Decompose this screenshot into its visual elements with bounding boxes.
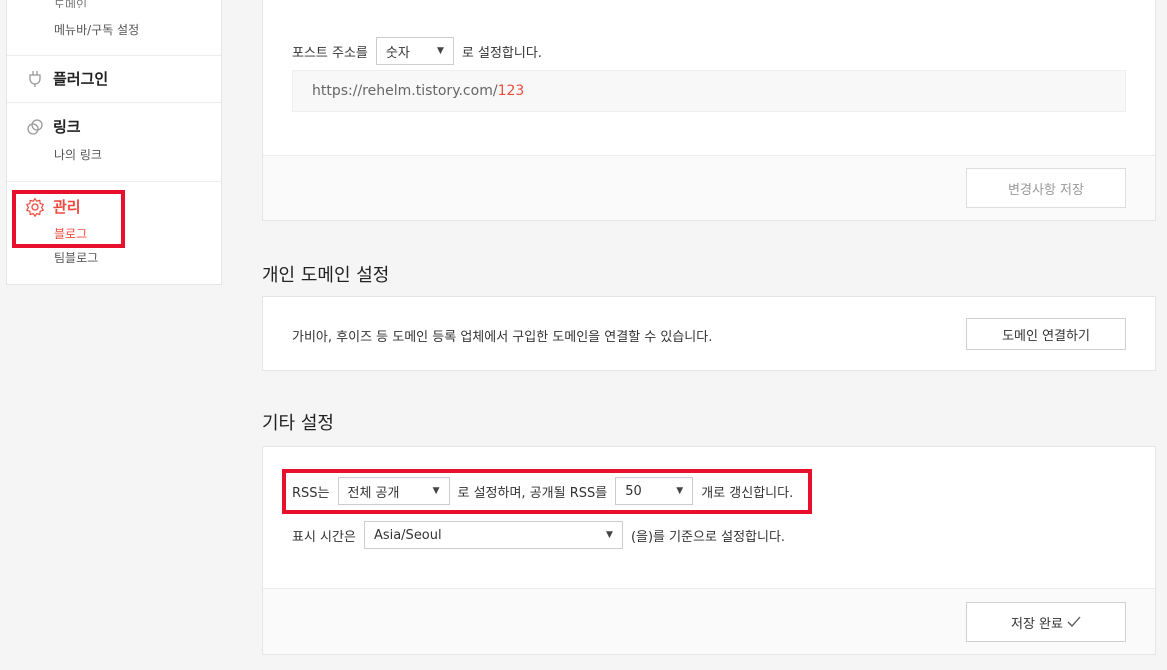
sidebar-item-link-label: 링크 bbox=[53, 118, 81, 136]
sidebar-item-plugin[interactable]: 플러그인 bbox=[25, 68, 108, 89]
sidebar-subitem-domain[interactable]: 도메인 bbox=[54, 0, 87, 8]
domain-desc: 가비아, 후이즈 등 도메인 등록 업체에서 구입한 도메인을 연결할 수 있습… bbox=[292, 330, 713, 345]
post-address-footer: 변경사항 저장 bbox=[263, 155, 1155, 220]
timezone-value: Asia/Seoul bbox=[373, 527, 442, 543]
connect-domain-button[interactable]: 도메인 연결하기 bbox=[966, 318, 1126, 350]
post-address-suffix: 로 설정합니다. bbox=[461, 45, 542, 61]
post-address-prefix: 포스트 주소를 bbox=[292, 45, 368, 61]
sidebar-divider bbox=[7, 102, 221, 103]
plug-icon bbox=[25, 69, 45, 89]
timezone-row: 표시 시간은 Asia/Seoul ▼ (을)를 기준으로 설정합니다. bbox=[292, 521, 785, 549]
save-complete-label: 저장 완료 bbox=[1011, 616, 1063, 632]
domain-panel: 가비아, 후이즈 등 도메인 등록 업체에서 구입한 도메인을 연결할 수 있습… bbox=[262, 296, 1156, 371]
post-address-row: 포스트 주소를 숫자 ▼ 로 설정합니다. bbox=[292, 37, 542, 65]
sidebar-divider bbox=[7, 55, 221, 56]
post-address-select-value: 숫자 bbox=[385, 45, 410, 61]
link-icon bbox=[25, 117, 45, 137]
save-complete-button[interactable]: 저장 완료 bbox=[966, 602, 1126, 642]
post-url-number: 123 bbox=[497, 83, 525, 99]
caret-down-icon: ▼ bbox=[436, 46, 444, 56]
sidebar-subitem-teamblog[interactable]: 팀블로그 bbox=[54, 249, 98, 266]
timezone-select[interactable]: Asia/Seoul ▼ bbox=[363, 521, 623, 549]
sidebar-item-link[interactable]: 링크 bbox=[25, 116, 81, 137]
caret-down-icon: ▼ bbox=[606, 530, 613, 540]
post-address-panel: 포스트 주소를 숫자 ▼ 로 설정합니다. https://rehelm.tis… bbox=[262, 0, 1156, 221]
settings-page: 도메인 메뉴바/구독 설정 플러그인 링크 나의 링크 관리 블로그 팀블로그 bbox=[0, 0, 1167, 670]
sidebar-divider bbox=[7, 181, 221, 182]
other-settings-footer: 저장 완료 bbox=[263, 588, 1155, 654]
timezone-prefix: 표시 시간은 bbox=[292, 529, 356, 545]
sidebar-subitem-menubar[interactable]: 메뉴바/구독 설정 bbox=[54, 21, 139, 38]
post-address-select[interactable]: 숫자 ▼ bbox=[375, 37, 454, 65]
post-url-base: https://rehelm.tistory.com/ bbox=[312, 83, 498, 99]
highlight-box-rss bbox=[282, 469, 812, 514]
save-changes-button[interactable]: 변경사항 저장 bbox=[966, 168, 1126, 208]
check-icon bbox=[1067, 616, 1081, 628]
other-section-title: 기타 설정 bbox=[262, 413, 334, 434]
sidebar-subitem-my-link[interactable]: 나의 링크 bbox=[54, 146, 102, 163]
highlight-box-manage bbox=[12, 190, 125, 248]
timezone-suffix: (을)를 기준으로 설정합니다. bbox=[630, 529, 786, 545]
post-url-preview: https://rehelm.tistory.com/123 bbox=[292, 70, 1126, 112]
sidebar-item-plugin-label: 플러그인 bbox=[53, 70, 109, 88]
domain-section-title: 개인 도메인 설정 bbox=[262, 265, 390, 286]
